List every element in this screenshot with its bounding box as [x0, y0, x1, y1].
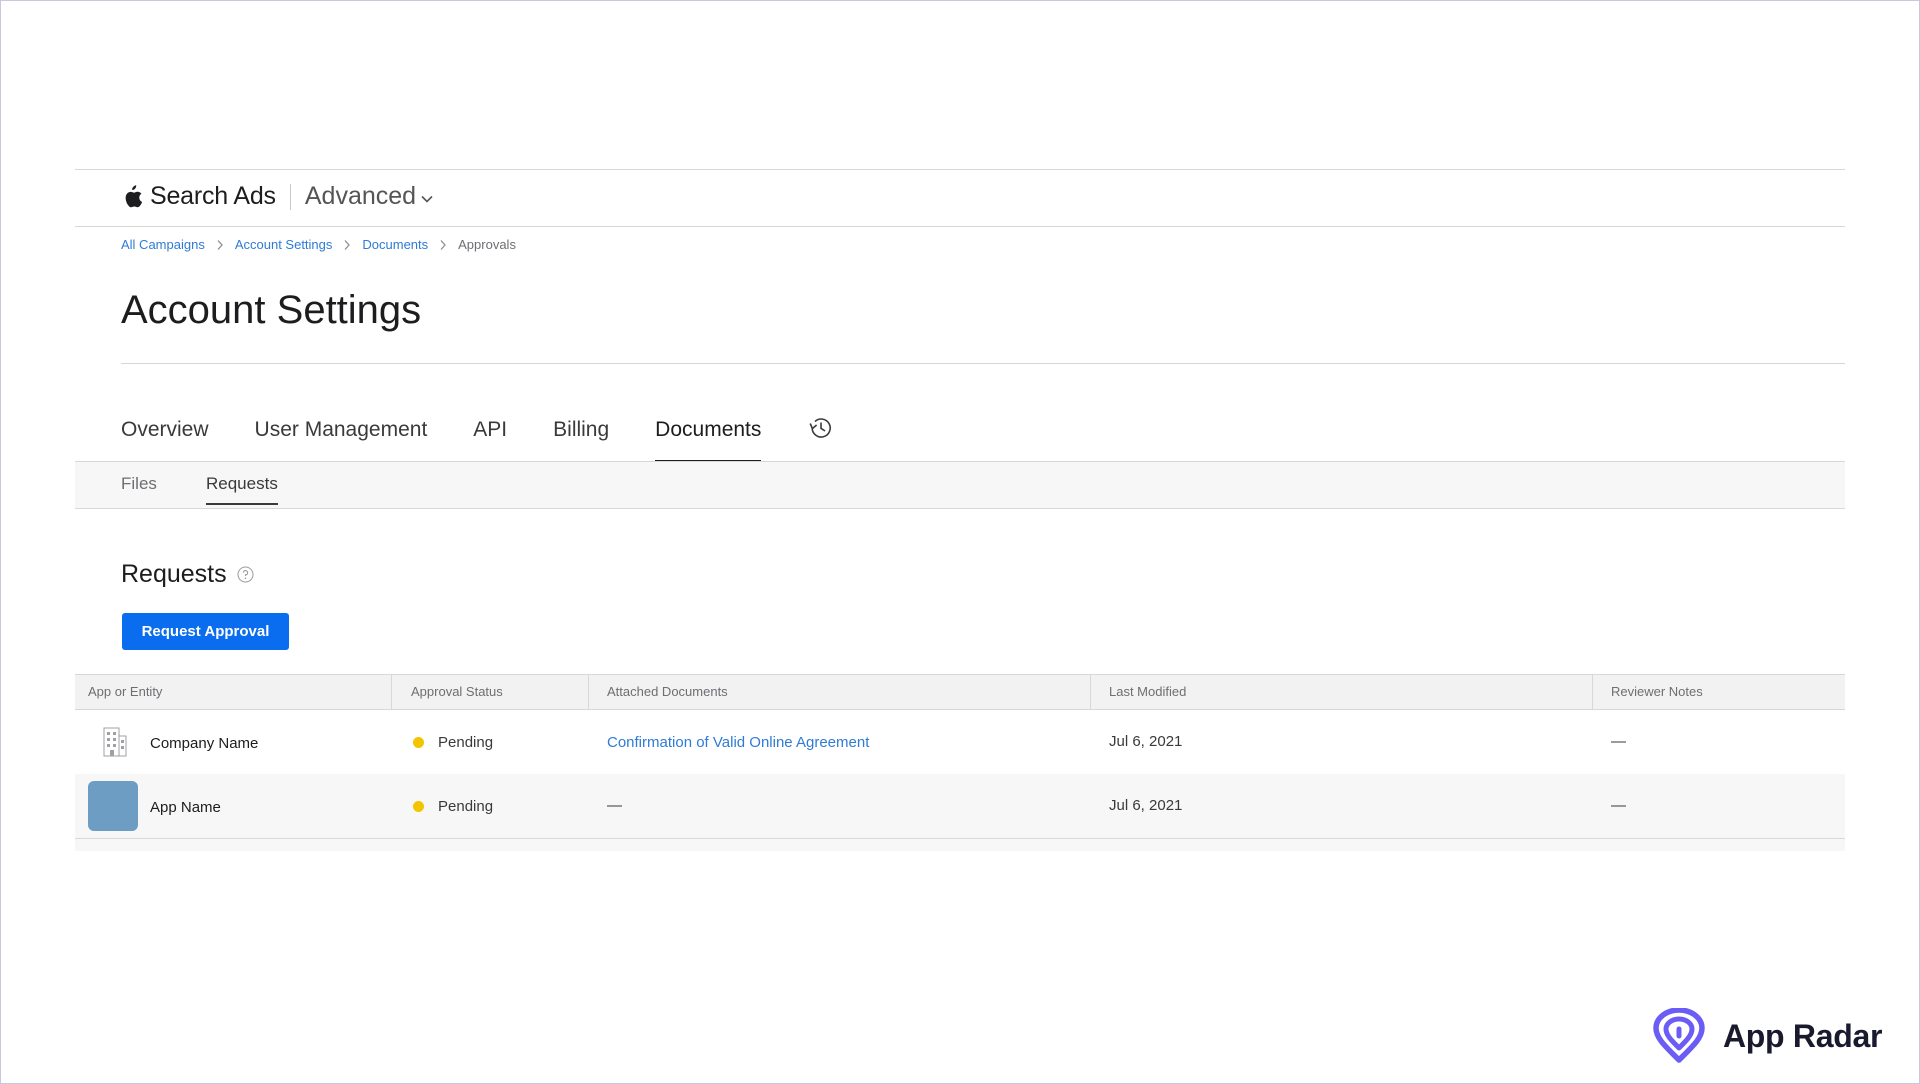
product-label: Advanced — [304, 182, 417, 210]
building-icon — [103, 727, 127, 757]
search-ads-app: Search Ads Advanced All Campaigns Accoun… — [75, 169, 1845, 851]
breadcrumb-documents[interactable]: Documents — [362, 237, 428, 252]
column-header-modified[interactable]: Last Modified — [1109, 675, 1186, 709]
column-divider — [1592, 675, 1593, 709]
chevron-right-icon — [440, 239, 447, 250]
column-divider — [588, 675, 589, 709]
tab-overview[interactable]: Overview — [121, 418, 209, 462]
attached-document-empty: — — [607, 797, 622, 814]
entity-name: Company Name — [150, 735, 259, 752]
reviewer-notes: — — [1611, 797, 1626, 814]
column-divider — [1090, 675, 1091, 709]
status-text: Pending — [438, 734, 494, 751]
top-bar: Search Ads Advanced — [75, 169, 1845, 227]
table-footer — [75, 839, 1845, 851]
radar-icon — [1653, 1008, 1705, 1063]
title-divider — [121, 363, 1845, 364]
attached-document-link[interactable]: Confirmation of Valid Online Agreement — [607, 734, 869, 751]
brand-name: Search Ads — [150, 182, 276, 210]
table-header: App or Entity Approval Status Attached D… — [75, 674, 1845, 710]
entity-name: App Name — [150, 799, 221, 816]
screenshot-frame — [0, 0, 1920, 1084]
column-header-entity[interactable]: App or Entity — [88, 675, 162, 709]
last-modified: Jul 6, 2021 — [1109, 797, 1183, 814]
tab-api[interactable]: API — [473, 418, 507, 462]
chevron-down-icon — [421, 195, 433, 203]
sub-tabs: Files Requests — [75, 461, 1845, 509]
page-title: Account Settings — [121, 288, 422, 332]
status-dot — [413, 801, 424, 812]
tab-documents[interactable]: Documents — [655, 418, 762, 462]
tab-user-management[interactable]: User Management — [255, 418, 428, 462]
reviewer-notes: — — [1611, 733, 1626, 750]
subtab-files[interactable]: Files — [121, 474, 157, 504]
last-modified: Jul 6, 2021 — [1109, 733, 1183, 750]
table-row[interactable]: Company Name Pending Confirmation of Val… — [75, 710, 1845, 774]
approval-status: Pending — [413, 798, 493, 815]
apple-icon — [125, 184, 143, 207]
app-thumbnail — [88, 781, 138, 831]
request-approval-button[interactable]: Request Approval — [122, 613, 289, 650]
breadcrumb: All Campaigns Account Settings Documents… — [121, 237, 516, 252]
chevron-right-icon — [217, 239, 223, 250]
table-row[interactable]: App Name Pending — Jul 6, 2021 — — [75, 774, 1845, 838]
tab-billing[interactable]: Billing — [553, 418, 609, 462]
column-header-notes[interactable]: Reviewer Notes — [1611, 675, 1703, 709]
column-divider — [391, 675, 392, 709]
chevron-right-icon — [344, 239, 351, 250]
subtab-requests[interactable]: Requests — [206, 474, 278, 505]
history-icon[interactable] — [807, 414, 835, 442]
app-radar-logo: App Radar — [1651, 1008, 1882, 1064]
help-icon[interactable] — [237, 566, 254, 583]
section-title-text: Requests — [121, 560, 227, 588]
breadcrumb-account-settings[interactable]: Account Settings — [235, 237, 333, 252]
breadcrumb-all-campaigns[interactable]: All Campaigns — [121, 237, 205, 252]
brand[interactable]: Search Ads Advanced — [121, 182, 434, 211]
column-header-status[interactable]: Approval Status — [411, 675, 503, 709]
column-header-documents[interactable]: Attached Documents — [607, 675, 728, 709]
product-selector[interactable]: Advanced — [305, 182, 434, 211]
requests-table: App or Entity Approval Status Attached D… — [75, 674, 1845, 851]
status-text: Pending — [438, 798, 494, 815]
section-title: Requests — [121, 560, 254, 589]
brand-divider — [289, 183, 291, 210]
status-dot — [413, 737, 424, 748]
logo-text: App Radar — [1723, 1017, 1883, 1054]
approval-status: Pending — [413, 734, 493, 751]
main-tabs: Overview User Management API Billing Doc… — [121, 412, 835, 462]
breadcrumb-current: Approvals — [458, 237, 516, 252]
